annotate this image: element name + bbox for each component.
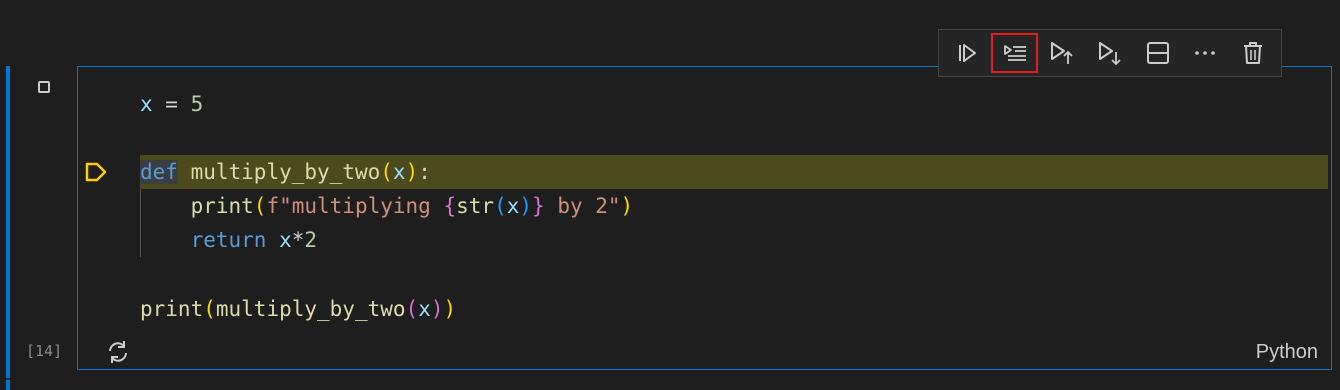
run-by-line-button[interactable] xyxy=(990,33,1039,73)
cell-focus-indicator xyxy=(6,66,10,378)
split-cell-button[interactable] xyxy=(1138,33,1178,73)
cell-select-checkbox[interactable] xyxy=(38,81,50,93)
split-cell-icon xyxy=(1146,42,1169,64)
code-line-3: def multiply_by_two(x): xyxy=(140,160,431,184)
delete-cell-button[interactable] xyxy=(1233,33,1273,73)
code-line-1: x = 5 xyxy=(140,92,204,116)
execute-below-button[interactable] xyxy=(1090,33,1130,73)
more-actions-icon xyxy=(1195,51,1216,55)
more-actions-button[interactable] xyxy=(1186,33,1226,73)
cell-toolbar xyxy=(938,29,1282,77)
delete-cell-icon xyxy=(1244,42,1263,64)
run-cell-button[interactable] xyxy=(947,33,987,73)
execute-above-button[interactable] xyxy=(1042,33,1082,73)
code-line-5: return x*2 xyxy=(190,228,318,252)
run-by-line-icon xyxy=(1003,45,1026,61)
next-cell-focus-indicator xyxy=(6,380,10,390)
code-line-4: print(f"multiplying {str(x)} by 2") xyxy=(190,194,634,218)
execute-above-icon xyxy=(1051,42,1073,64)
execution-count: [14] xyxy=(26,342,63,360)
debug-current-line-icon[interactable] xyxy=(84,160,108,184)
refresh-icon[interactable] xyxy=(104,338,132,366)
run-cell-icon xyxy=(958,44,976,62)
code-line-7: print(multiply_by_two(x)) xyxy=(140,297,457,321)
cell-language-selector[interactable]: Python xyxy=(1256,341,1318,364)
execute-below-icon xyxy=(1098,42,1121,66)
